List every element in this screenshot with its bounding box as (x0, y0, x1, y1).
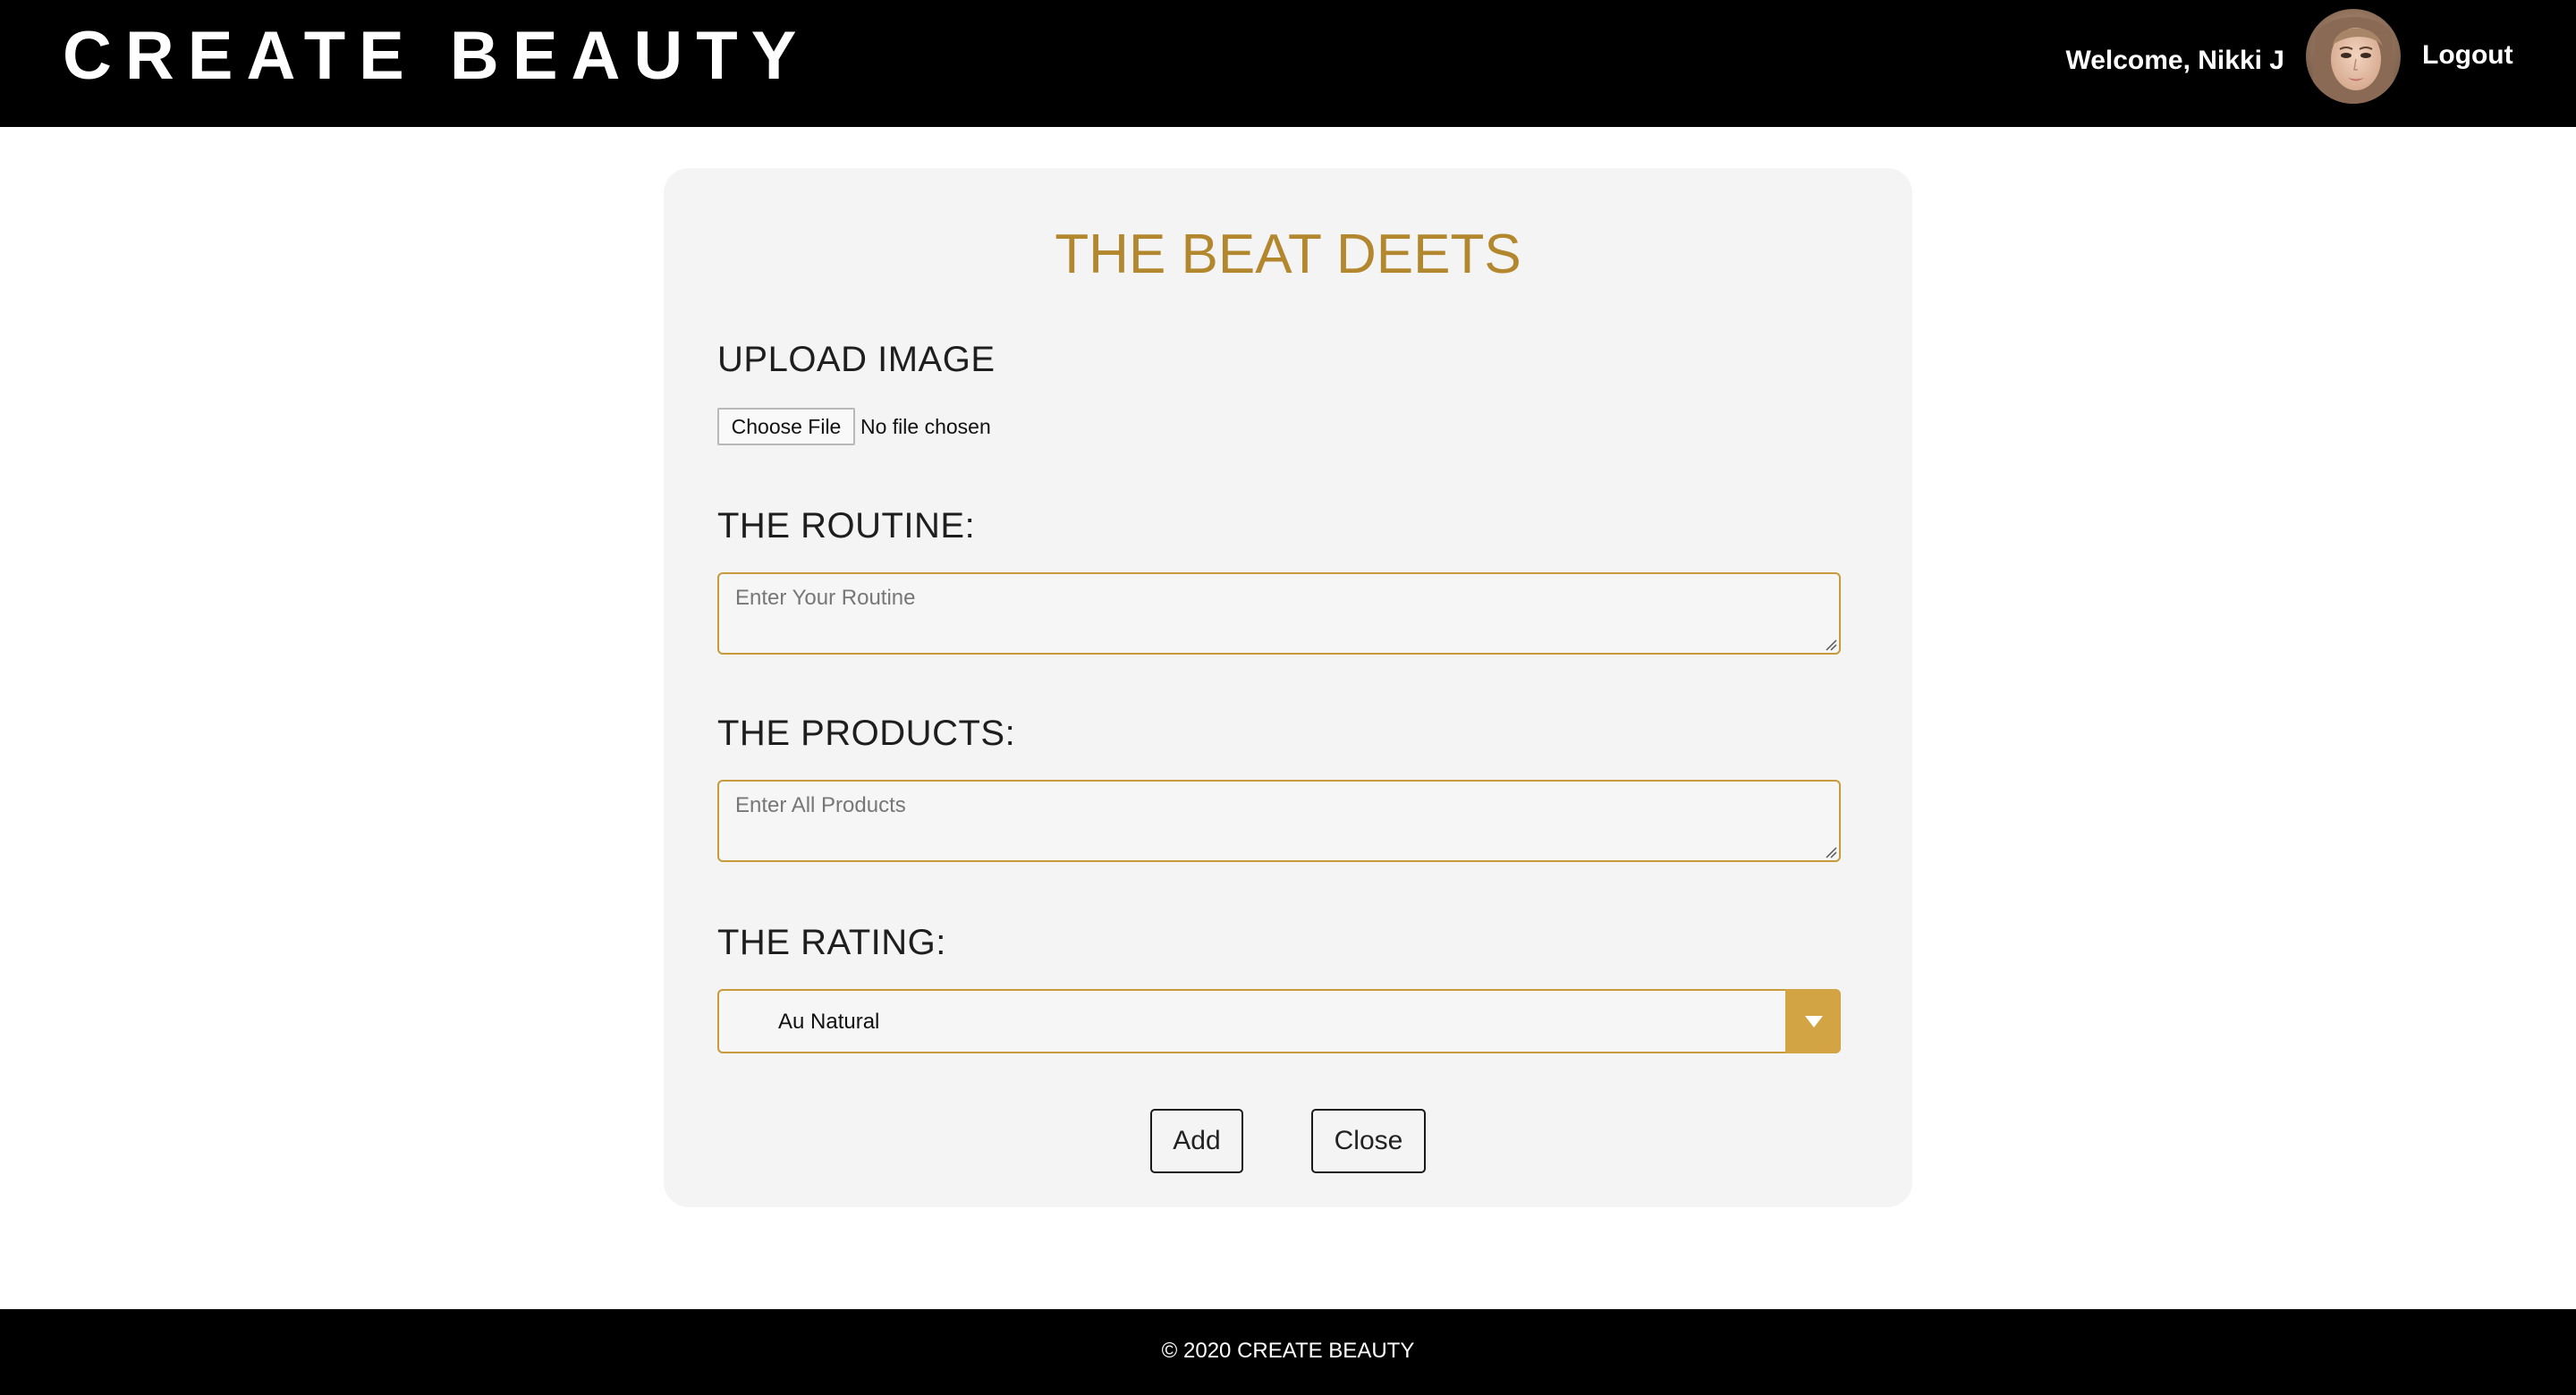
logout-link[interactable]: Logout (2422, 36, 2513, 75)
products-label: THE PRODUCTS: (717, 714, 1016, 753)
user-avatar[interactable] (2306, 9, 2401, 104)
products-textarea[interactable]: Enter All Products (717, 780, 1841, 862)
welcome-message: Welcome, Nikki J (2065, 46, 2284, 75)
add-look-form-card: THE BEAT DEETS UPLOAD IMAGE Choose File … (664, 168, 1912, 1207)
rating-select[interactable]: Au Natural (717, 989, 1841, 1053)
add-button[interactable]: Add (1150, 1109, 1243, 1173)
file-status-text: No file chosen (860, 415, 991, 438)
copyright-text: © 2020 CREATE BEAUTY (1161, 1339, 1415, 1363)
top-nav-bar: CREATE BEAUTY Welcome, Nikki J Logout (0, 0, 2576, 127)
routine-placeholder: Enter Your Routine (735, 586, 916, 610)
resize-grip-icon[interactable] (1823, 637, 1837, 651)
close-button[interactable]: Close (1311, 1109, 1426, 1173)
routine-textarea[interactable]: Enter Your Routine (717, 572, 1841, 655)
resize-grip-icon[interactable] (1823, 844, 1837, 858)
products-placeholder: Enter All Products (735, 793, 906, 817)
form-title: THE BEAT DEETS (1055, 224, 1521, 285)
brand-logo-text[interactable]: CREATE BEAUTY (63, 16, 809, 97)
upload-image-label: UPLOAD IMAGE (717, 340, 996, 379)
avatar-photo-icon (2306, 9, 2401, 104)
dropdown-toggle[interactable] (1785, 989, 1841, 1053)
chevron-down-icon (1805, 1016, 1823, 1027)
routine-label: THE ROUTINE: (717, 506, 976, 545)
rating-selected-value: Au Natural (778, 1010, 880, 1034)
footer: © 2020 CREATE BEAUTY (0, 1309, 2576, 1395)
choose-file-button[interactable]: Choose File (717, 408, 855, 445)
rating-label: THE RATING: (717, 923, 946, 962)
